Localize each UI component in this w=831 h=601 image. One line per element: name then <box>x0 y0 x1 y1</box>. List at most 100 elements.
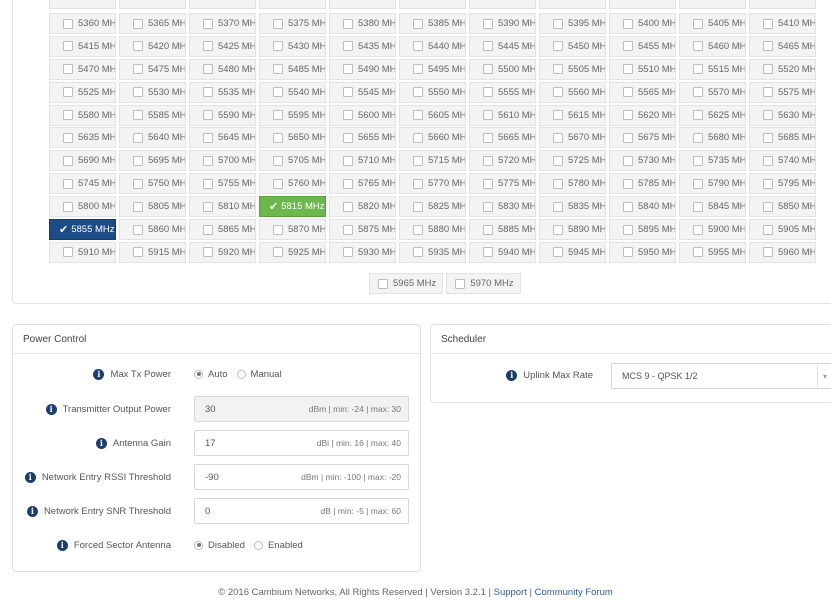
frequency-checkbox[interactable]: 5660 MHz <box>399 127 466 149</box>
checkbox-box[interactable] <box>623 110 633 121</box>
frequency-checkbox[interactable]: 5515 MHz <box>679 58 746 80</box>
frequency-checkbox[interactable]: 5565 MHz <box>609 81 676 103</box>
frequency-checkbox[interactable]: 5430 MHz <box>259 35 326 57</box>
frequency-checkbox[interactable]: 5735 MHz <box>679 150 746 172</box>
checkbox-box[interactable] <box>63 178 73 189</box>
frequency-checkbox[interactable]: 5645 MHz <box>189 127 256 149</box>
frequency-checkbox[interactable]: 5585 MHz <box>119 104 186 126</box>
checkbox-box[interactable] <box>483 87 493 98</box>
checkbox-box[interactable] <box>133 18 143 29</box>
checkbox-box[interactable] <box>133 110 143 121</box>
info-icon[interactable]: i <box>26 505 38 517</box>
frequency-checkbox[interactable]: 5545 MHz <box>329 81 396 103</box>
frequency-checkbox[interactable]: 5845 MHz <box>679 196 746 218</box>
checkbox-box[interactable] <box>483 41 493 52</box>
checkbox-box[interactable] <box>63 64 73 75</box>
frequency-checkbox[interactable]: 5810 MHz <box>189 196 256 218</box>
checkbox-box[interactable] <box>203 201 213 212</box>
frequency-checkbox[interactable]: 5955 MHz <box>679 241 746 263</box>
frequency-checkbox[interactable]: 5790 MHz <box>679 173 746 195</box>
frequency-checkbox[interactable]: 5770 MHz <box>399 173 466 195</box>
checkbox-box[interactable] <box>273 64 283 75</box>
frequency-checkbox[interactable]: 5370 MHz <box>189 13 256 34</box>
frequency-checkbox[interactable]: 5450 MHz <box>539 35 606 57</box>
checkbox-box[interactable] <box>343 41 353 52</box>
checkbox-box[interactable] <box>413 247 423 258</box>
frequency-checkbox[interactable]: 5415 MHz <box>49 35 116 57</box>
frequency-checkbox[interactable]: 5650 MHz <box>259 127 326 149</box>
frequency-checkbox[interactable]: 5395 MHz <box>539 13 606 34</box>
checkbox-box[interactable] <box>133 87 143 98</box>
frequency-checkbox[interactable]: 5890 MHz <box>539 219 606 241</box>
checkbox-box[interactable] <box>203 110 213 121</box>
checkbox-box[interactable] <box>693 110 703 121</box>
checkbox-box[interactable] <box>763 64 773 75</box>
checkbox-box[interactable] <box>623 155 633 166</box>
checkbox-box[interactable] <box>343 87 353 98</box>
checkbox-box[interactable] <box>763 18 773 29</box>
frequency-checkbox[interactable]: 5835 MHz <box>539 196 606 218</box>
checkbox-box[interactable] <box>63 18 73 29</box>
checkbox-box[interactable] <box>203 132 213 143</box>
support-link[interactable]: Support <box>494 587 527 598</box>
frequency-checkbox[interactable]: 5915 MHz <box>119 241 186 263</box>
frequency-checkbox[interactable]: 5780 MHz <box>539 173 606 195</box>
uplink-max-rate-select[interactable]: MCS 9 - QPSK 1/2 ▾ <box>611 363 831 389</box>
frequency-checkbox[interactable]: 5510 MHz <box>609 58 676 80</box>
frequency-checkbox[interactable]: 5655 MHz <box>329 127 396 149</box>
checkbox-box[interactable] <box>623 201 633 212</box>
checkbox-box[interactable] <box>273 247 283 258</box>
checkbox-box[interactable] <box>273 87 283 98</box>
checkbox-box[interactable] <box>623 41 633 52</box>
checkbox-box[interactable] <box>763 224 773 235</box>
frequency-checkbox[interactable]: 5785 MHz <box>609 173 676 195</box>
frequency-checkbox[interactable]: 5420 MHz <box>119 35 186 57</box>
frequency-checkbox[interactable]: 5725 MHz <box>539 150 606 172</box>
checkbox-box[interactable] <box>133 224 143 235</box>
checkbox-box[interactable] <box>343 155 353 166</box>
checkbox-box[interactable] <box>63 247 73 258</box>
frequency-checkbox[interactable]: 5635 MHz <box>49 127 116 149</box>
checkbox-box[interactable] <box>693 224 703 235</box>
frequency-checkbox[interactable]: 5590 MHz <box>189 104 256 126</box>
frequency-checkbox[interactable]: 5930 MHz <box>329 241 396 263</box>
checkbox-box[interactable] <box>483 110 493 121</box>
community-forum-link[interactable]: Community Forum <box>535 587 613 598</box>
frequency-checkbox[interactable]: 5485 MHz <box>259 58 326 80</box>
antenna-gain-input[interactable]: 17 dBi | min: 16 | max: 40 <box>194 430 409 456</box>
frequency-checkbox[interactable]: 5850 MHz <box>749 196 816 218</box>
checkbox-box[interactable] <box>483 201 493 212</box>
frequency-checkbox[interactable]: 5495 MHz <box>399 58 466 80</box>
frequency-checkbox[interactable]: 5625 MHz <box>679 104 746 126</box>
frequency-checkbox[interactable]: 5640 MHz <box>119 127 186 149</box>
frequency-checkbox[interactable]: 5490 MHz <box>329 58 396 80</box>
radio-enabled[interactable] <box>253 540 263 550</box>
frequency-checkbox[interactable]: 5960 MHz <box>749 241 816 263</box>
snr-threshold-input[interactable]: 0 dB | min: -5 | max: 60 <box>194 498 409 524</box>
checkbox-box[interactable] <box>413 201 423 212</box>
frequency-checkbox[interactable]: 5570 MHz <box>679 81 746 103</box>
checkbox-box[interactable] <box>63 155 73 166</box>
checkbox-box[interactable] <box>203 247 213 258</box>
frequency-checkbox[interactable]: 5965 MHz <box>369 273 444 294</box>
checkbox-box[interactable] <box>455 278 466 289</box>
checkbox-box[interactable] <box>693 41 703 52</box>
frequency-checkbox[interactable]: 5885 MHz <box>469 219 536 241</box>
frequency-checkbox[interactable]: 5405 MHz <box>679 13 746 34</box>
checkbox-box[interactable] <box>763 155 773 166</box>
checkbox-box[interactable] <box>343 64 353 75</box>
frequency-checkbox[interactable]: 5500 MHz <box>469 58 536 80</box>
checkbox-box[interactable] <box>273 18 283 29</box>
frequency-checkbox[interactable]: 5375 MHz <box>259 13 326 34</box>
frequency-checkbox[interactable]: 5900 MHz <box>679 219 746 241</box>
checkbox-box[interactable] <box>623 224 633 235</box>
checkbox-box[interactable] <box>553 64 563 75</box>
frequency-checkbox[interactable]: 5870 MHz <box>259 219 326 241</box>
frequency-checkbox[interactable]: 5745 MHz <box>49 173 116 195</box>
info-icon[interactable]: i <box>93 368 105 380</box>
frequency-checkbox[interactable]: 5910 MHz <box>49 241 116 263</box>
frequency-checkbox[interactable]: 5875 MHz <box>329 219 396 241</box>
checkbox-box[interactable] <box>553 87 563 98</box>
checkbox-box[interactable] <box>203 41 213 52</box>
checkbox-box[interactable] <box>693 178 703 189</box>
